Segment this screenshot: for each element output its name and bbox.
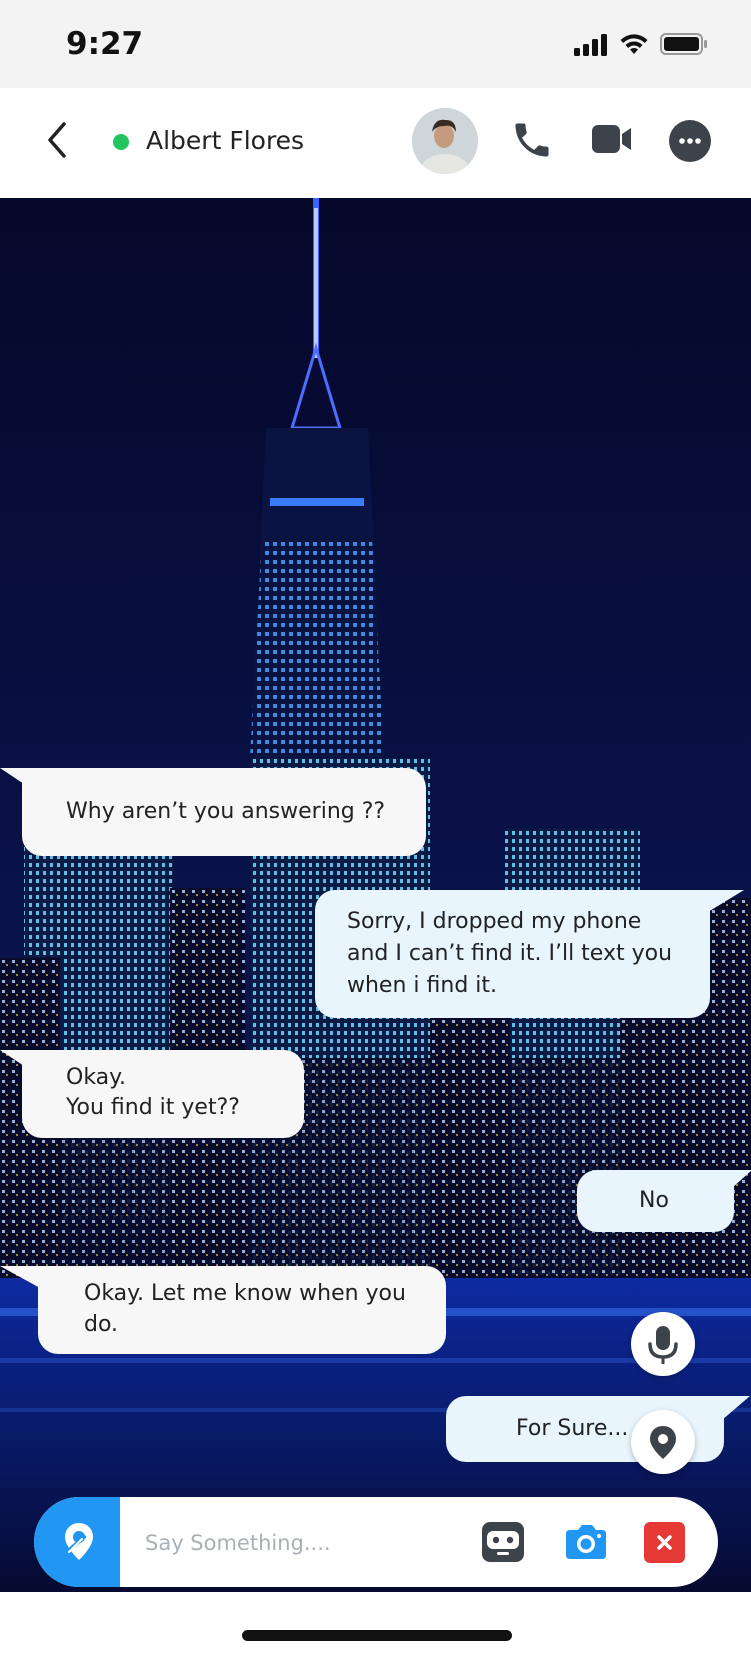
location-share-button[interactable] [34, 1497, 120, 1587]
message-text: and I can’t find it. I’ll text you [347, 941, 673, 966]
cellular-signal-icon [574, 34, 607, 56]
message-text: when i find it. [347, 973, 498, 998]
home-indicator[interactable] [242, 1630, 512, 1641]
contact-name[interactable]: Albert Flores [146, 126, 304, 155]
location-share-icon [64, 1523, 93, 1560]
message-bubble-incoming[interactable]: Why aren’t you answering ?? [22, 768, 426, 856]
sticker-button[interactable] [482, 1522, 524, 1562]
more-dots-icon [679, 138, 701, 144]
message-bubble-outgoing[interactable]: No [577, 1170, 734, 1232]
microphone-icon [648, 1326, 678, 1364]
message-bubble-incoming[interactable]: Okay. Let me know when you do. [38, 1266, 446, 1354]
message-text: You find it yet?? [66, 1095, 240, 1120]
bubble-tail [722, 1396, 750, 1420]
message-input[interactable] [143, 1522, 467, 1564]
bubble-tail [732, 1170, 751, 1188]
chevron-left-icon [48, 122, 66, 158]
bubble-tail [708, 890, 744, 912]
close-icon [657, 1535, 672, 1550]
back-button[interactable] [44, 120, 70, 160]
cancel-button[interactable] [644, 1522, 685, 1563]
video-call-button[interactable] [590, 121, 634, 157]
voice-message-button[interactable] [631, 1312, 695, 1376]
message-text: Why aren’t you answering ?? [66, 799, 386, 824]
message-text: Sorry, I dropped my phone [347, 909, 642, 934]
message-text: For Sure... [516, 1416, 629, 1441]
avatar[interactable] [412, 108, 478, 174]
status-time: 9:27 [66, 26, 144, 62]
online-status-dot [113, 134, 129, 150]
phone-icon [515, 123, 549, 157]
message-text: Okay. [66, 1065, 127, 1090]
battery-icon [660, 33, 707, 55]
bubble-tail [0, 1266, 40, 1288]
camera-button[interactable] [564, 1522, 608, 1562]
message-text: No [639, 1188, 669, 1213]
message-text: Okay. Let me know when you [84, 1281, 406, 1306]
message-bubble-outgoing[interactable]: Sorry, I dropped my phone and I can’t fi… [315, 890, 710, 1018]
camera-icon [566, 1525, 606, 1559]
robot-icon [487, 1531, 519, 1555]
video-camera-icon [592, 125, 631, 153]
message-text: do. [84, 1312, 119, 1337]
location-pin-icon [650, 1426, 676, 1459]
more-options-button[interactable] [669, 120, 711, 162]
share-location-fab[interactable] [631, 1410, 695, 1474]
message-bubble-incoming[interactable]: Okay. You find it yet?? [22, 1050, 304, 1138]
wifi-icon [620, 34, 648, 54]
call-button[interactable] [510, 118, 554, 162]
